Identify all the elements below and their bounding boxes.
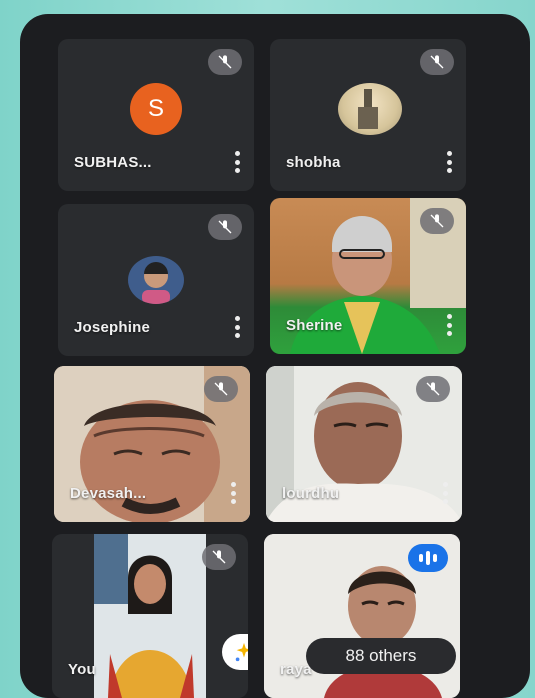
- participant-tile[interactable]: S SUBHAS...: [58, 39, 254, 191]
- more-vert-icon[interactable]: [234, 316, 240, 338]
- participant-tile[interactable]: lourdhu: [266, 366, 462, 522]
- participant-tile[interactable]: Sherine: [270, 198, 466, 354]
- mic-off-icon: [208, 49, 242, 75]
- more-vert-icon[interactable]: [230, 482, 236, 504]
- mic-off-icon: [204, 376, 238, 402]
- mic-off-icon: [208, 214, 242, 240]
- more-vert-icon[interactable]: [446, 314, 452, 336]
- mic-off-icon: [420, 49, 454, 75]
- participant-name: lourdhu: [282, 485, 340, 502]
- audio-wave-icon: [408, 544, 448, 572]
- participant-name: Josephine: [74, 319, 150, 336]
- participant-name: You: [68, 661, 96, 678]
- participant-tile[interactable]: Devasah...: [54, 366, 250, 522]
- participant-tile[interactable]: shobha: [270, 39, 466, 191]
- more-vert-icon[interactable]: [446, 151, 452, 173]
- participant-name: Sherine: [286, 317, 343, 334]
- avatar: S: [130, 83, 182, 135]
- participant-tile[interactable]: You: [52, 534, 248, 698]
- mic-off-icon: [420, 208, 454, 234]
- mic-off-icon: [202, 544, 236, 570]
- participant-name: SUBHAS...: [74, 154, 152, 171]
- others-button[interactable]: 88 others: [306, 638, 456, 674]
- more-vert-icon[interactable]: [234, 151, 240, 173]
- avatar: [338, 83, 402, 135]
- participant-name: Devasah...: [70, 485, 147, 502]
- participant-tile[interactable]: Josephine: [58, 204, 254, 356]
- mic-off-icon: [416, 376, 450, 402]
- avatar: [128, 256, 184, 304]
- more-vert-icon[interactable]: [442, 482, 448, 504]
- meeting-grid: S SUBHAS... shobha Josephine Sherine Dev…: [20, 14, 530, 698]
- participant-name: shobha: [286, 154, 341, 171]
